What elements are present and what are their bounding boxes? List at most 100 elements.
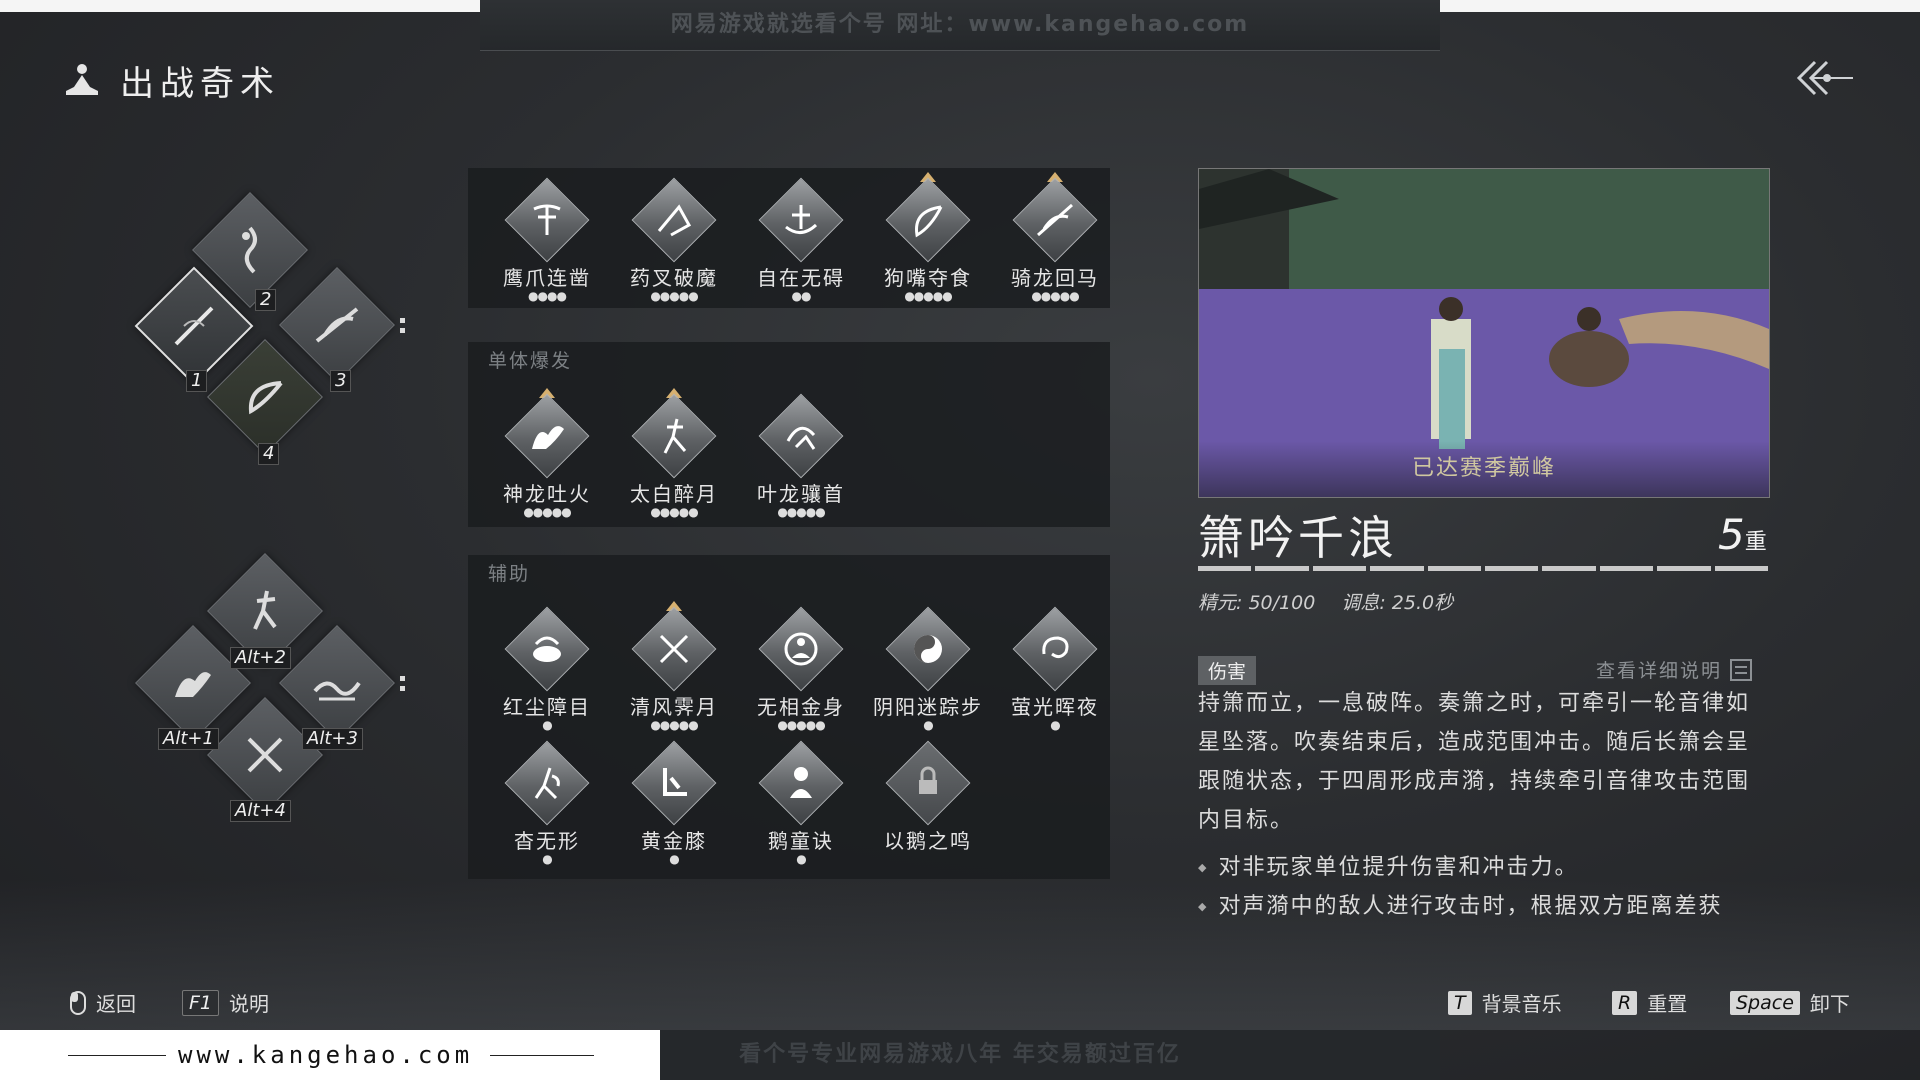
skill-pips: ●●●●● [1031,289,1079,303]
skill-card[interactable]: 自在无碍 ●● [746,172,856,302]
skill-gem-locked [885,740,971,826]
skill-card[interactable]: 神龙吐火 ●●●●● [492,388,602,519]
alt-slot-3[interactable] [279,625,395,741]
skill-gem [504,740,590,826]
skill-pips: ● [542,718,552,732]
alt-page-indicator [400,676,406,696]
skill-dragon-head-icon [786,426,816,450]
skill-card[interactable]: 萤光晖夜 ● [1000,601,1110,731]
skill-description: 持箫而立，一息破阵。奏箫之时，可牵引一轮音律如星坠落。吹奏结束后，造成范围冲击。… [1198,691,1751,833]
selected-skill-name: 箫吟千浪 [1198,511,1398,565]
skill-yaksha-icon [657,204,692,237]
hint-music-label: 背景音乐 [1481,992,1562,1016]
stat-energy: 精元: 50/100 [1198,592,1316,614]
hint-reset[interactable]: R 重置 [1612,988,1687,1017]
key-label-alt-2: Alt+2 [230,647,291,669]
back-arrow-icon[interactable] [1795,56,1855,100]
skill-card[interactable]: 黄金膝 ● [619,735,729,865]
hint-unequip-label: 卸下 [1809,992,1850,1016]
key-label-alt-4: Alt+4 [230,800,291,822]
skill-name: 红尘障目 [503,695,591,719]
skill-pips [873,854,983,864]
skill-name: 神龙吐火 [503,482,591,506]
skill-bullet: 对声漪中的敌人进行攻击时，根据双方距离差获 [1198,887,1770,926]
key-label-4: 4 [258,443,280,465]
skill-type-tag: 伤害 [1198,656,1257,685]
skill-card[interactable]: 红尘障目 ● [492,601,602,732]
site-banner-line [68,1055,166,1056]
skill-card[interactable]: 药叉破魔 ●●●●● [619,172,729,302]
skill-golden-knee-icon [663,768,687,796]
key-label-1: 1 [186,370,208,392]
skill-gem [885,606,971,692]
skill-level-value: 5 [1718,510,1745,559]
skill-dragon-ride-icon [1037,203,1073,237]
site-banner-text: www.kangehao.com [178,1041,474,1069]
view-details-link[interactable]: 查看详细说明 [1596,656,1753,683]
skill-crescent-icon [248,381,283,415]
skill-gem [1012,606,1098,692]
skill-card[interactable]: 叶龙骧首 ●●●●● [746,388,856,518]
skill-card[interactable]: 狗嘴夺食 ●●●●● [873,172,983,303]
skill-level: 5重 [1718,510,1767,559]
section-label-support: 辅助 [488,563,531,585]
skill-card[interactable]: 太白醉月 ●●●●● [619,388,729,519]
skill-name: 太白醉月 [630,482,718,506]
skill-name: 药叉破魔 [630,266,718,290]
skill-name: 无相金身 [757,695,845,719]
hint-music[interactable]: T 背景音乐 [1448,988,1562,1017]
skill-card[interactable]: 鹰爪连凿 ●●●● [492,172,602,303]
skill-gem [504,177,590,263]
skill-dust-icon [533,636,561,662]
site-banner-line [490,1055,594,1056]
skill-name: 阴阳迷踪步 [873,695,983,719]
skill-panel-burst: 单体爆发 神龙吐火 ●●●●● 太白醉月 ●●●●● 叶龙骧首 ●●●●● [468,342,1110,527]
view-details-label: 查看详细说明 [1596,660,1723,682]
key-label-2: 2 [255,289,277,311]
skill-name: 杳无形 [514,829,580,853]
skill-card[interactable]: 杳无形 ● [492,735,602,865]
skill-card[interactable]: 鹅童诀 ● [746,735,856,865]
skill-gem [631,177,717,263]
skill-card[interactable]: 以鹅之鸣 [873,735,983,864]
key-r: R [1612,990,1638,1015]
skill-gem [631,740,717,826]
skill-pips: ●●●●● [904,289,952,303]
skill-gem [504,393,590,479]
skill-stats: 精元: 50/100 调息: 25.0秒 [1198,588,1473,615]
loadout-slot-4[interactable] [207,339,323,455]
watermark-top: 网易游戏就选看个号 网址：www.kangehao.com [480,0,1440,51]
details-list-icon [1730,658,1753,681]
alt-slot-4[interactable] [207,697,323,813]
hint-help-label: 说明 [229,992,270,1016]
key-label-3: 3 [330,370,352,392]
skill-crossed-blades-icon [659,634,689,664]
skill-card[interactable]: 阴阳迷踪步 ● [873,601,983,731]
skill-card[interactable]: 骑龙回马 ●●●●● [1000,172,1110,303]
skill-bullets: 对非玩家单位提升伤害和冲击力。 对声漪中的敌人进行攻击时，根据双方距离差获 [1198,848,1770,926]
key-f1: F1 [182,989,220,1016]
alt-slot-1[interactable] [135,625,251,741]
hint-unequip[interactable]: Space 卸下 [1730,988,1850,1017]
skill-name: 狗嘴夺食 [884,266,972,290]
skill-pips: ●●●● [528,289,567,303]
hint-back[interactable]: 返回 [70,988,136,1017]
skill-name: 鹰爪连凿 [503,266,591,290]
skill-pips: ●●●●● [523,505,571,519]
skill-card[interactable]: 无相金身 ●●●●● [746,601,856,731]
skill-bullet: 对非玩家单位提升伤害和冲击力。 [1198,848,1770,887]
skill-fire-breath-icon [532,426,564,449]
hint-help[interactable]: F1 说明 [182,988,269,1017]
page-title: 出战奇术 [120,64,280,104]
page-header: 出战奇术 [62,56,280,105]
skill-spear-icon [242,226,257,274]
skill-card[interactable]: 清风霁月 ●●●●● [619,601,729,731]
skill-name: 萤光晖夜 [1011,695,1099,719]
key-label-alt-1: Alt+1 [158,728,219,750]
loadout-slot-3[interactable] [279,267,395,383]
skill-pips: ●●●●● [650,505,698,519]
skill-golden-body-icon [784,632,818,666]
page-indicator [400,318,406,338]
skill-panel-main: 鹰爪连凿 ●●●● 药叉破魔 ●●●●● 自在无碍 ●● 狗嘴夺食 ●●●●● … [468,168,1110,308]
hint-back-label: 返回 [96,992,136,1016]
